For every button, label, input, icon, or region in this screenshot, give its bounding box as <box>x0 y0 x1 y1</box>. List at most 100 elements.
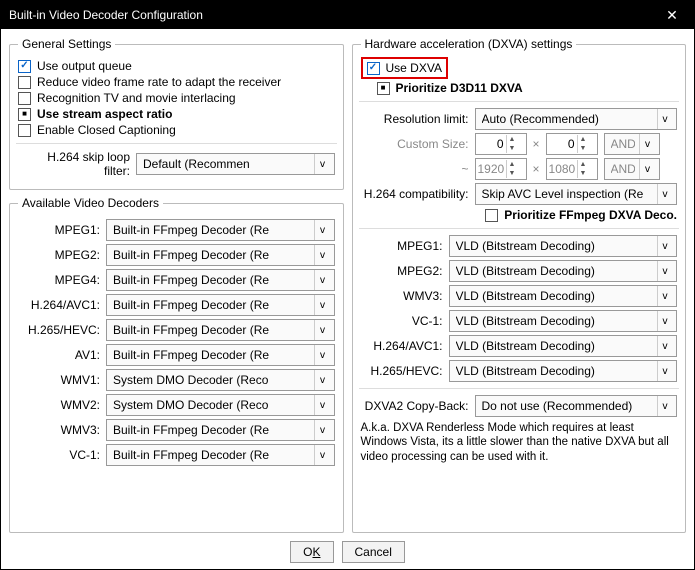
checkbox-label: Prioritize D3D11 DXVA <box>396 81 523 95</box>
select-value: Built-in FFmpeg Decoder (Re <box>113 448 310 462</box>
h264-compat-label: H.264 compatibility: <box>361 187 469 201</box>
codec-label: H.265/HEVC: <box>361 364 443 378</box>
close-icon[interactable]: ✕ <box>658 7 686 24</box>
default-size-row: ~ ▲▼ × ▲▼ AND v <box>361 158 678 180</box>
decoder-label: WMV1: <box>18 373 100 387</box>
codec-select[interactable]: VLD (Bitstream Decoding)v <box>449 260 678 282</box>
select-value: Built-in FFmpeg Decoder (Re <box>113 298 310 312</box>
divider <box>359 101 680 102</box>
codec-select[interactable]: VLD (Bitstream Decoding)v <box>449 360 678 382</box>
select-value: Do not use (Recommended) <box>482 399 653 413</box>
codec-select[interactable]: VLD (Bitstream Decoding)v <box>449 310 678 332</box>
dialog-content: General Settings Use output queue Reduce… <box>1 29 694 535</box>
chevron-down-icon: v <box>314 345 329 365</box>
divider <box>16 143 337 144</box>
spinner-icon[interactable]: ▲▼ <box>506 135 518 153</box>
decoder-select[interactable]: Built-in FFmpeg Decoder (Rev <box>106 319 335 341</box>
codec-select[interactable]: VLD (Bitstream Decoding)v <box>449 285 678 307</box>
enable-cc-checkbox[interactable]: Enable Closed Captioning <box>18 123 335 137</box>
chevron-down-icon: v <box>639 159 654 179</box>
spinner-icon[interactable]: ▲▼ <box>577 160 589 178</box>
select-value: Skip AVC Level inspection (Re <box>482 187 653 201</box>
codec-label: MPEG2: <box>361 264 443 278</box>
select-value: VLD (Bitstream Decoding) <box>456 289 653 303</box>
decoder-select[interactable]: Built-in FFmpeg Decoder (Rev <box>106 419 335 441</box>
decoder-select[interactable]: Built-in FFmpeg Decoder (Rev <box>106 294 335 316</box>
decoder-row: WMV1: System DMO Decoder (Recov <box>18 369 335 391</box>
decoder-select[interactable]: Built-in FFmpeg Decoder (Rev <box>106 244 335 266</box>
skip-loop-select[interactable]: Default (Recommen v <box>136 153 335 175</box>
chevron-down-icon: v <box>657 396 672 416</box>
spinner-icon[interactable]: ▲▼ <box>577 135 589 153</box>
decoder-row: H.264/AVC1:Built-in FFmpeg Decoder (Rev <box>18 294 335 316</box>
dxva-codec-row: WMV3:VLD (Bitstream Decoding)v <box>361 285 678 307</box>
decoder-select[interactable]: Built-in FFmpeg Decoder (Rev <box>106 219 335 241</box>
cancel-button[interactable]: Cancel <box>342 541 405 563</box>
prioritize-d3d11-checkbox[interactable]: Prioritize D3D11 DXVA <box>377 81 678 95</box>
select-value: VLD (Bitstream Decoding) <box>456 264 653 278</box>
codec-select[interactable]: VLD (Bitstream Decoding)v <box>449 235 678 257</box>
times-icon: × <box>533 137 540 151</box>
custom-logic-select[interactable]: AND v <box>604 133 660 155</box>
number-input[interactable] <box>476 137 506 151</box>
use-dxva-checkbox[interactable]: Use DXVA <box>367 61 442 75</box>
decoder-select[interactable]: Built-in FFmpeg Decoder (Re v <box>106 344 335 366</box>
decoder-select[interactable]: System DMO Decoder (Recov <box>106 394 335 416</box>
h264-compat-select[interactable]: Skip AVC Level inspection (Re v <box>475 183 678 205</box>
custom-height-input[interactable]: ▲▼ <box>546 133 598 155</box>
codec-label: H.264/AVC1: <box>361 339 443 353</box>
codec-label: MPEG1: <box>361 239 443 253</box>
codec-select[interactable]: VLD (Bitstream Decoding)v <box>449 335 678 357</box>
default-height-input[interactable]: ▲▼ <box>546 158 598 180</box>
copyback-note: A.k.a. DXVA Renderless Mode which requir… <box>361 421 678 464</box>
decoder-select[interactable]: Built-in FFmpeg Decoder (Rev <box>106 269 335 291</box>
checkbox-icon <box>18 92 31 105</box>
dxva-codec-row: H.265/HEVC: VLD (Bitstream Decoding)v <box>361 360 678 382</box>
spinner-icon[interactable]: ▲▼ <box>506 160 518 178</box>
resolution-limit-select[interactable]: Auto (Recommended) v <box>475 108 678 130</box>
checkbox-label: Recognition TV and movie interlacing <box>37 91 236 105</box>
select-value: AND <box>611 162 636 176</box>
custom-width-input[interactable]: ▲▼ <box>475 133 527 155</box>
chevron-down-icon: v <box>657 336 672 356</box>
chevron-down-icon: v <box>657 109 672 129</box>
dxva-settings-group: Hardware acceleration (DXVA) settings Us… <box>352 37 687 533</box>
decoder-select[interactable]: Built-in FFmpeg Decoder (Re v <box>106 444 335 466</box>
reduce-frame-rate-checkbox[interactable]: Reduce video frame rate to adapt the rec… <box>18 75 335 89</box>
custom-size-row: Custom Size: ▲▼ × ▲▼ AND v <box>361 133 678 155</box>
title-bar: Built-in Video Decoder Configuration ✕ <box>1 1 694 29</box>
use-output-queue-checkbox[interactable]: Use output queue <box>18 59 335 73</box>
checkbox-icon <box>367 62 380 75</box>
number-input[interactable] <box>547 162 577 176</box>
select-value: Built-in FFmpeg Decoder (Re <box>113 348 310 362</box>
decoder-label: AV1: <box>18 348 100 362</box>
checkbox-label: Use output queue <box>37 59 132 73</box>
chevron-down-icon: v <box>314 370 329 390</box>
codec-label: VC-1: <box>361 314 443 328</box>
chevron-down-icon: v <box>657 184 672 204</box>
use-stream-aspect-checkbox[interactable]: Use stream aspect ratio <box>18 107 335 121</box>
checkbox-icon <box>18 124 31 137</box>
number-input[interactable] <box>547 137 577 151</box>
number-input[interactable] <box>476 162 506 176</box>
decoder-label: MPEG4: <box>18 273 100 287</box>
chevron-down-icon: v <box>314 445 329 465</box>
use-dxva-highlight: Use DXVA <box>361 57 448 79</box>
select-value: Built-in FFmpeg Decoder (Re <box>113 223 310 237</box>
default-logic-select[interactable]: AND v <box>604 158 660 180</box>
copyback-select[interactable]: Do not use (Recommended) v <box>475 395 678 417</box>
prioritize-ffmpeg-checkbox[interactable]: Prioritize FFmpeg DXVA Deco. <box>361 208 678 222</box>
recognition-tv-checkbox[interactable]: Recognition TV and movie interlacing <box>18 91 335 105</box>
dxva-codec-row: MPEG1: VLD (Bitstream Decoding)v <box>361 235 678 257</box>
chevron-down-icon: v <box>314 245 329 265</box>
right-column: Hardware acceleration (DXVA) settings Us… <box>352 37 687 533</box>
resolution-limit-row: Resolution limit: Auto (Recommended) v <box>361 108 678 130</box>
chevron-down-icon: v <box>314 154 329 174</box>
default-width-input[interactable]: ▲▼ <box>475 158 527 180</box>
h264-compat-row: H.264 compatibility: Skip AVC Level insp… <box>361 183 678 205</box>
ok-button[interactable]: OK <box>290 541 333 563</box>
decoder-select[interactable]: System DMO Decoder (Recov <box>106 369 335 391</box>
decoder-row: MPEG4: Built-in FFmpeg Decoder (Rev <box>18 269 335 291</box>
chevron-down-icon: v <box>314 420 329 440</box>
checkbox-icon <box>377 82 390 95</box>
